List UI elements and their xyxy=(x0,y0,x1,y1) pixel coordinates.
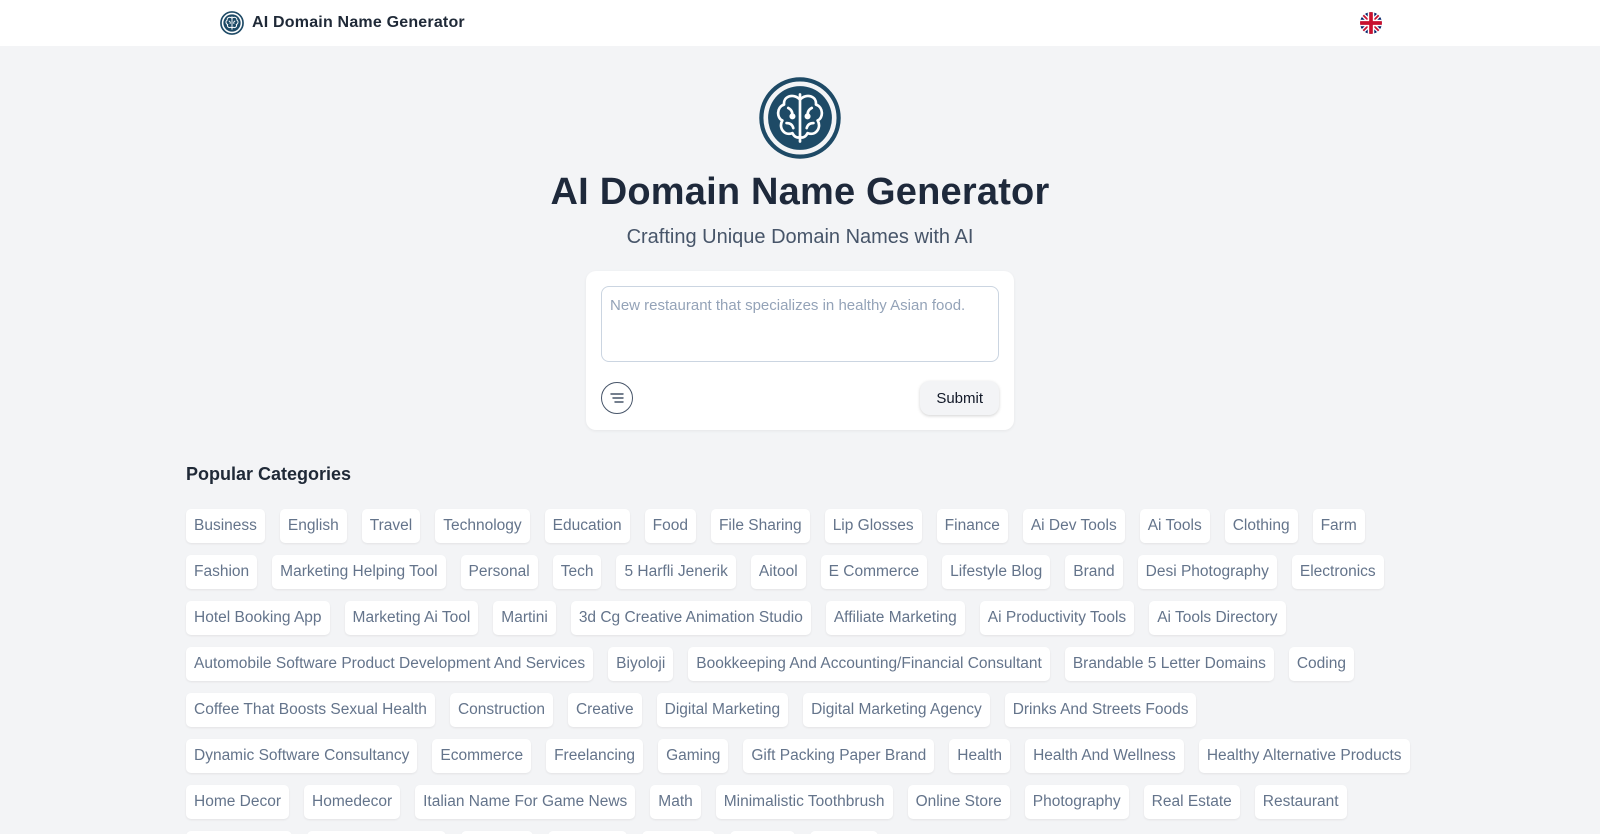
hero-section: AI Domain Name Generator Crafting Unique… xyxy=(0,46,1600,249)
category-chip[interactable]: Biyoloji xyxy=(608,647,674,681)
brand-title: AI Domain Name Generator xyxy=(252,14,465,31)
category-chip[interactable]: Business xyxy=(186,509,265,543)
category-chip[interactable]: Health xyxy=(949,739,1011,773)
category-chip[interactable]: Martini xyxy=(493,601,556,635)
category-chip[interactable]: Affiliate Marketing xyxy=(825,601,965,635)
filter-lines-icon xyxy=(610,393,624,403)
category-chip[interactable]: Homedecor xyxy=(304,785,401,819)
description-input[interactable] xyxy=(601,286,999,362)
category-chip[interactable]: File Sharing xyxy=(710,509,810,543)
category-chip[interactable]: Lifestyle Blog xyxy=(942,555,1051,589)
category-chip[interactable]: Ai Tools xyxy=(1139,509,1210,543)
category-chip[interactable]: Photography xyxy=(1024,785,1129,819)
category-chip[interactable]: Digital Marketing xyxy=(656,693,789,727)
category-chip[interactable]: Drinks And Streets Foods xyxy=(1004,693,1197,727)
category-chip[interactable]: Gaming xyxy=(658,739,729,773)
category-chip[interactable]: Aitool xyxy=(750,555,806,589)
category-chip[interactable]: Brand xyxy=(1065,555,1123,589)
category-chip[interactable]: Technology xyxy=(435,509,530,543)
category-chip[interactable]: Coffee That Boosts Sexual Health xyxy=(186,693,435,727)
category-chip[interactable]: Italian Name For Game News xyxy=(415,785,636,819)
category-chip[interactable]: E Commerce xyxy=(820,555,928,589)
category-chip[interactable]: Freelancing xyxy=(546,739,644,773)
category-chip[interactable]: Desi Photography xyxy=(1137,555,1277,589)
page-subtitle: Crafting Unique Domain Names with AI xyxy=(626,226,974,248)
category-chip[interactable]: Math xyxy=(650,785,701,819)
category-chip[interactable]: Brandable 5 Letter Domains xyxy=(1064,647,1274,681)
category-chip[interactable]: English xyxy=(279,509,347,543)
category-chip[interactable]: 3d Cg Creative Animation Studio xyxy=(570,601,811,635)
category-chip[interactable]: Clothing xyxy=(1224,509,1298,543)
categories-heading: Popular Categories xyxy=(186,464,352,484)
category-chip[interactable]: Ai Dev Tools xyxy=(1022,509,1125,543)
category-chip[interactable]: Ecommerce xyxy=(432,739,532,773)
submit-button[interactable]: Submit xyxy=(920,381,999,415)
brand[interactable]: AI Domain Name Generator xyxy=(220,11,465,35)
category-chip[interactable]: Coding xyxy=(1288,647,1354,681)
category-chip[interactable]: Hotel Booking App xyxy=(186,601,330,635)
brain-logo-icon xyxy=(759,77,841,159)
category-chip[interactable]: Lip Glosses xyxy=(824,509,922,543)
category-chip[interactable]: Fashion xyxy=(186,555,258,589)
category-chip[interactable]: Healthy Alternative Products xyxy=(1198,739,1410,773)
filter-button[interactable] xyxy=(601,382,633,414)
category-chip[interactable]: Gift Packing Paper Brand xyxy=(743,739,935,773)
category-chip[interactable]: Farm xyxy=(1312,509,1365,543)
category-chip[interactable]: Minimalistic Toothbrush xyxy=(715,785,893,819)
category-chip[interactable]: Finance xyxy=(936,509,1008,543)
category-list: Business English Travel Technology Education… xyxy=(186,509,1414,834)
category-chip[interactable]: Home Decor xyxy=(186,785,289,819)
category-chip[interactable]: Ai Tools Directory xyxy=(1149,601,1286,635)
category-chip[interactable]: Food xyxy=(644,509,696,543)
category-chip[interactable]: Online Store xyxy=(907,785,1010,819)
category-chip[interactable]: Construction xyxy=(449,693,553,727)
top-nav-bar: AI Domain Name Generator xyxy=(0,0,1600,46)
category-chip[interactable]: Education xyxy=(544,509,630,543)
category-chip[interactable]: Marketing Helping Tool xyxy=(272,555,446,589)
category-chip[interactable]: Travel xyxy=(361,509,421,543)
popular-categories: Popular Categories Business English Travel… xyxy=(186,464,1414,834)
category-chip[interactable]: 5 Harfli Jenerik xyxy=(616,555,736,589)
category-chip[interactable]: Creative xyxy=(567,693,642,727)
generator-card: Submit xyxy=(586,271,1014,430)
category-chip[interactable]: Real Estate xyxy=(1143,785,1240,819)
category-chip[interactable]: Ai Productivity Tools xyxy=(979,601,1135,635)
category-chip[interactable]: Restaurant xyxy=(1254,785,1347,819)
brain-logo-icon xyxy=(220,11,244,35)
category-chip[interactable]: Electronics xyxy=(1291,555,1384,589)
category-chip[interactable]: Automobile Software Product Development … xyxy=(186,647,594,681)
category-chip[interactable]: Digital Marketing Agency xyxy=(803,693,990,727)
category-chip[interactable]: Bookkeeping And Accounting/Financial Con… xyxy=(688,647,1050,681)
category-chip[interactable]: Personal xyxy=(460,555,538,589)
uk-flag-icon[interactable] xyxy=(1360,12,1382,34)
category-chip[interactable]: Dynamic Software Consultancy xyxy=(186,739,418,773)
category-chip[interactable]: Tech xyxy=(552,555,602,589)
category-chip[interactable]: Health And Wellness xyxy=(1025,739,1184,773)
page-title: AI Domain Name Generator xyxy=(550,171,1050,213)
card-actions: Submit xyxy=(601,381,999,415)
category-chip[interactable]: Marketing Ai Tool xyxy=(344,601,479,635)
